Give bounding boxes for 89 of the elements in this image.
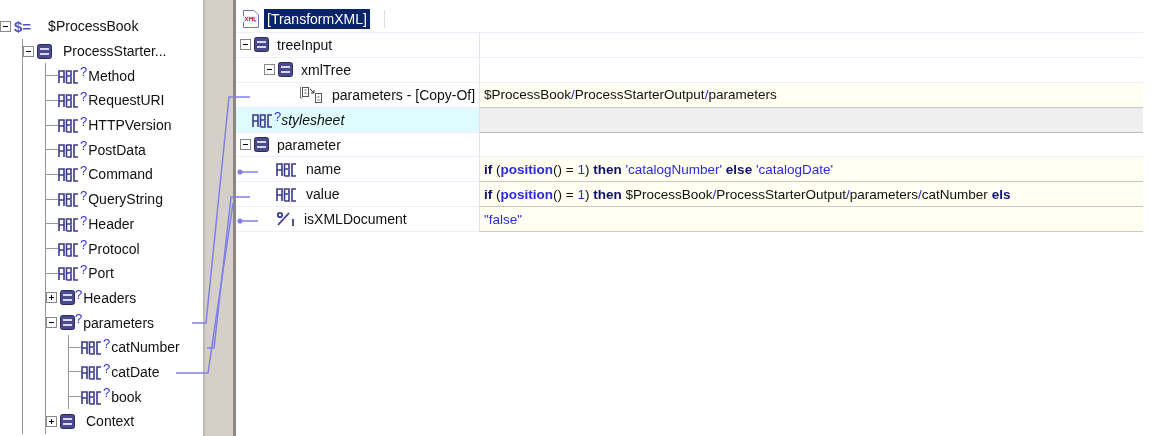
tree-item-label[interactable]: PostData	[88, 141, 146, 158]
optional-mark: ?	[80, 138, 88, 154]
tree-item-label[interactable]: HTTPVersion	[88, 117, 172, 134]
variable-symbol: $=	[14, 17, 32, 35]
tree-item-label[interactable]: catDate	[111, 363, 160, 380]
record-icon	[278, 62, 293, 78]
tree-item-label[interactable]: Port	[88, 265, 114, 282]
copy-of-icon	[300, 85, 324, 104]
optional-mark: ?	[80, 237, 88, 253]
xml-file-icon	[242, 9, 260, 28]
field-label: value	[306, 186, 340, 203]
tree-item-label[interactable]: Protocol	[88, 240, 140, 257]
tree-item-label[interactable]: Method	[88, 67, 135, 84]
tree-item-label[interactable]: $ProcessBook	[48, 18, 139, 35]
expand-toggle[interactable]	[46, 415, 57, 427]
field-label: stylesheet	[281, 111, 345, 128]
xpath-expression[interactable]: if (position() = 1) then 'catalogNumber' else 'catalogDate'	[479, 157, 1143, 183]
record-icon	[60, 290, 75, 306]
collapse-toggle[interactable]	[46, 317, 57, 329]
string-type-icon	[58, 166, 80, 183]
tree-item-label[interactable]: ProcessStarter...	[63, 43, 167, 60]
field-label: parameters - [Copy-Of]	[332, 86, 476, 103]
string-type-icon	[58, 240, 80, 257]
optional-mark: ?	[80, 64, 88, 80]
tree-item-label[interactable]: Command	[88, 166, 153, 183]
tree-item-label[interactable]: book	[111, 388, 142, 405]
string-type-icon	[58, 117, 80, 134]
tree-item-label[interactable]: Headers	[83, 289, 137, 306]
optional-mark: ?	[103, 335, 111, 351]
record-icon	[60, 315, 75, 331]
field-label: treeInput	[277, 36, 333, 53]
optional-mark: ?	[80, 212, 88, 228]
optional-mark: ?	[80, 89, 88, 105]
record-icon	[60, 413, 75, 429]
field-label: xmlTree	[301, 61, 352, 78]
string-type-icon	[81, 363, 103, 380]
collapse-toggle[interactable]	[240, 139, 251, 150]
connector-stub	[237, 218, 259, 224]
optional-mark: ?	[103, 360, 111, 376]
record-icon	[254, 37, 269, 53]
tree-row[interactable]: treeInput	[236, 33, 479, 58]
record-icon	[254, 137, 269, 152]
optional-mark: ?	[75, 311, 83, 327]
tree-item-label[interactable]: QueryString	[88, 191, 163, 208]
connector-stub	[237, 169, 259, 175]
xpath-expression[interactable]: "false"	[479, 207, 1143, 233]
collapse-toggle[interactable]	[264, 64, 275, 76]
field-label: name	[306, 161, 342, 178]
string-type-icon	[276, 161, 298, 178]
record-icon	[37, 43, 52, 59]
optional-mark: ?	[103, 385, 111, 401]
tree-row[interactable]: parameter	[236, 132, 479, 158]
xpath-expression[interactable]: $ProcessBook/ProcessStarterOutput/parameters	[479, 82, 1143, 108]
tree-item-label[interactable]: parameters	[83, 314, 155, 331]
string-type-icon	[58, 215, 80, 232]
string-type-icon	[58, 191, 80, 208]
optional-mark: ?	[80, 163, 88, 179]
string-type-icon	[276, 186, 298, 203]
activity-title[interactable]: [TransformXML]	[264, 8, 370, 29]
string-type-icon	[58, 265, 80, 282]
collapse-toggle[interactable]	[23, 45, 34, 57]
string-type-icon	[58, 92, 80, 109]
optional-mark: ?	[75, 286, 83, 302]
optional-mark: ?	[80, 261, 88, 277]
collapse-toggle[interactable]	[0, 20, 11, 32]
tree-row[interactable]: xmlTree	[236, 57, 479, 83]
optional-mark: ?	[80, 187, 88, 203]
xpath-expression[interactable]: if (position() = 1) then $ProcessBook/ProcessStarterOutput/parameters/catNumber els	[479, 182, 1143, 208]
string-type-icon	[252, 111, 274, 128]
collapse-toggle[interactable]	[240, 39, 251, 51]
percent-type-icon	[276, 211, 296, 228]
field-label: isXMLDocument	[304, 211, 407, 228]
tree-item-label[interactable]: Header	[88, 215, 135, 232]
string-type-icon	[81, 339, 103, 356]
tree-row[interactable]: parameters - [Copy-Of]	[236, 82, 479, 108]
optional-mark: ?	[274, 108, 282, 124]
expression-field[interactable]	[479, 107, 1143, 133]
optional-mark: ?	[80, 113, 88, 129]
tree-row[interactable]: ?stylesheet	[236, 107, 479, 133]
string-type-icon	[81, 388, 103, 405]
tree-item-label[interactable]: Context	[86, 413, 135, 430]
tree-item-label[interactable]: RequestURI	[88, 92, 165, 109]
tree-item-label[interactable]: catNumber	[111, 339, 180, 356]
string-type-icon	[58, 67, 80, 84]
tree-row[interactable]: name	[236, 157, 479, 183]
field-label: parameter	[277, 136, 341, 153]
tree-row[interactable]: value	[236, 182, 479, 208]
string-type-icon	[58, 141, 80, 158]
expand-toggle[interactable]	[46, 292, 57, 304]
